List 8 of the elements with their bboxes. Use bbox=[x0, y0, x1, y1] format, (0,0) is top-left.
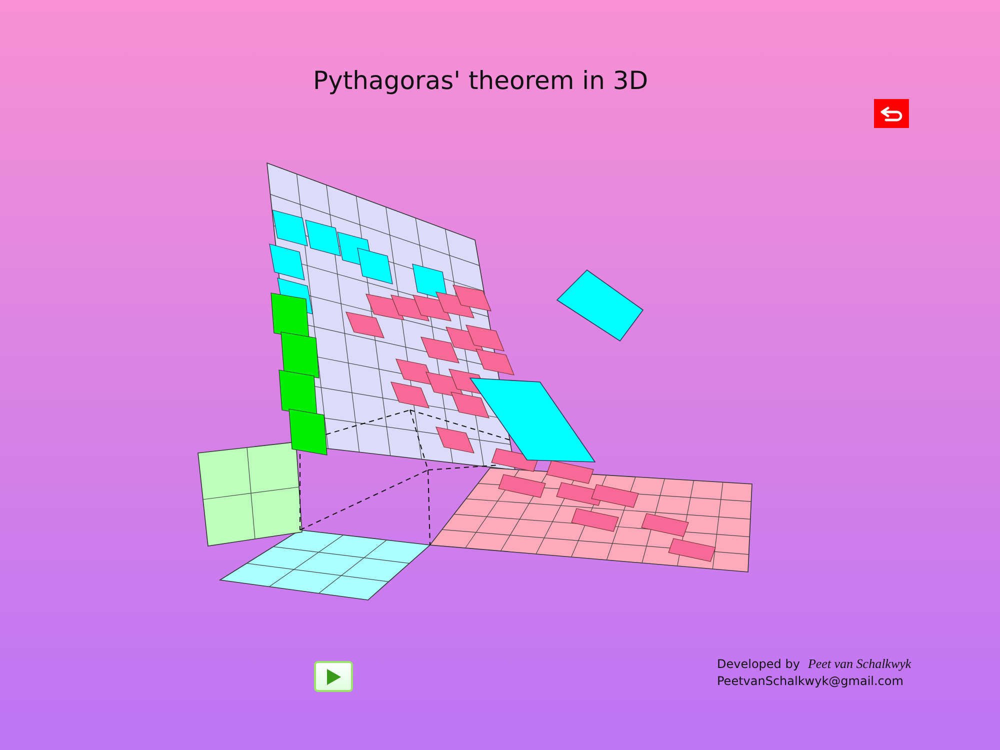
return-arrow-icon bbox=[880, 106, 904, 122]
author-email: PeetvanSchalkwyk@gmail.com bbox=[717, 673, 904, 690]
back-button[interactable] bbox=[874, 99, 910, 128]
play-button[interactable] bbox=[314, 661, 353, 692]
credit-label: Developed by bbox=[717, 656, 800, 673]
author-name: Peet van Schalkwyk bbox=[808, 655, 912, 672]
page-title: Pythagoras' theorem in 3D bbox=[313, 66, 648, 97]
play-icon bbox=[326, 668, 340, 684]
